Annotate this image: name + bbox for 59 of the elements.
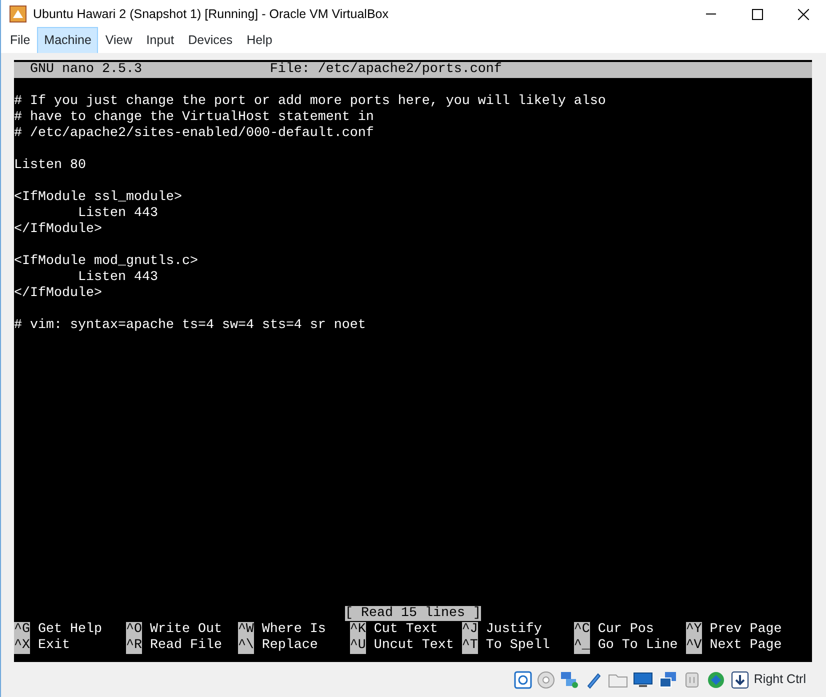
file-name: File: /etc/apache2/ports.conf xyxy=(270,62,502,78)
menu-item[interactable]: Input xyxy=(139,27,182,54)
network-icon[interactable] xyxy=(560,670,580,688)
menu-item[interactable]: Machine xyxy=(37,27,98,54)
shortcut-label: Justify xyxy=(486,622,542,638)
windows-icon[interactable] xyxy=(658,670,678,688)
code-line: Listen 80 xyxy=(14,158,86,173)
editor-version: GNU nano 2.5.3 xyxy=(30,62,143,78)
window-title: Ubuntu Hawari 2 (Snapshot 1) [Running] - Oracle VM VirtualBox xyxy=(33,6,388,23)
shortcut-label: Write Out xyxy=(150,622,222,638)
mouse-integration-icon[interactable] xyxy=(706,670,726,688)
code-line: </IfModule> xyxy=(14,286,102,301)
code-line: </IfModule> xyxy=(14,222,102,237)
usb-pen-icon[interactable] xyxy=(584,670,603,688)
menu-item[interactable]: Help xyxy=(240,27,280,54)
code-line: # have to change the VirtualHost statement in xyxy=(14,110,374,125)
shortcut-label: Uncut Text xyxy=(374,638,454,654)
shortcut-label: Next Page xyxy=(710,638,782,654)
shortcut-key: ^U xyxy=(350,638,366,654)
shortcut-key: ^J xyxy=(462,622,478,638)
shortcut-label: Replace xyxy=(262,638,318,654)
shortcut-key: ^R xyxy=(126,638,142,654)
shortcut-label: To Spell xyxy=(486,638,550,654)
shortcut-label: Get Help xyxy=(38,622,102,638)
code-line: Listen 443 xyxy=(78,206,158,221)
menu-item[interactable]: Devices xyxy=(181,27,240,54)
shortcut-label: Read File xyxy=(150,638,222,654)
code-line: # /etc/apache2/sites-enabled/000-default.conf xyxy=(14,126,374,141)
menu-item[interactable]: View xyxy=(98,27,140,54)
code-line: <IfModule ssl_module> xyxy=(14,190,182,205)
shortcut-label: Exit xyxy=(38,638,70,654)
shortcut-key: ^G xyxy=(14,622,30,638)
shortcut-key: ^C xyxy=(574,622,590,638)
shortcut-key: ^X xyxy=(14,638,30,654)
app-icon xyxy=(9,5,27,23)
menu-item[interactable]: File xyxy=(3,27,38,54)
shortcut-key: ^O xyxy=(126,622,142,638)
shortcut-label: Cur Pos xyxy=(598,622,654,638)
shortcut-key: ^W xyxy=(238,622,254,638)
shortcut-key: ^V xyxy=(686,638,702,654)
code-line: <IfModule mod_gnutls.c> xyxy=(14,254,198,269)
shortcut-label: Where Is xyxy=(262,622,326,638)
shortcut-key: ^Y xyxy=(686,622,702,638)
shortcut-key: ^K xyxy=(350,622,366,638)
code-line: # If you just change the port or add more ports here, you will likely also xyxy=(14,94,606,109)
close-icon[interactable] xyxy=(798,8,808,20)
shortcut-label: Go To Line xyxy=(598,638,678,654)
host-key-label: Right Ctrl xyxy=(754,671,806,688)
code-line: # vim: syntax=apache ts=4 sw=4 sts=4 sr noet xyxy=(14,318,366,333)
shortcut-key: ^T xyxy=(462,638,478,654)
status-message: [ Read 15 lines ] xyxy=(345,606,481,621)
maximize-icon[interactable] xyxy=(752,8,762,20)
shortcut-label: Prev Page xyxy=(710,622,782,638)
shortcut-label: Cut Text xyxy=(374,622,438,638)
display-icon[interactable] xyxy=(632,670,653,688)
shortcut-key: ^_ xyxy=(574,638,590,654)
shortcut-key: ^\ xyxy=(238,638,254,654)
code-line: Listen 443 xyxy=(78,270,158,285)
optical-disc-icon[interactable] xyxy=(536,670,555,688)
